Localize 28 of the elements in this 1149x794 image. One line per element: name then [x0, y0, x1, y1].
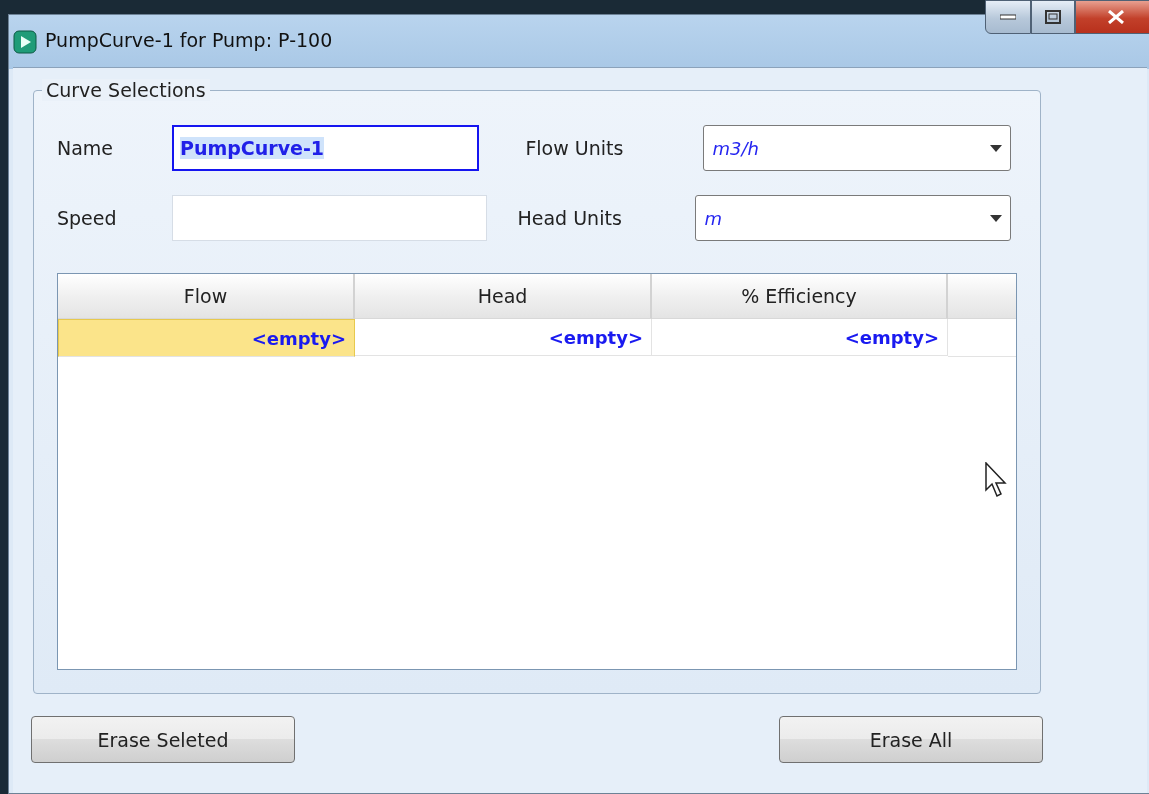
input-field[interactable]: PumpCurve-1 [172, 125, 480, 171]
erase-button[interactable]: Erase Seleted [31, 716, 295, 763]
column-header[interactable]: Head [355, 274, 652, 319]
table-cell[interactable]: <empty> [355, 319, 652, 356]
caret-icon [990, 144, 1002, 152]
window-title: PumpCurve-1 for Pump: P-100 [45, 29, 333, 51]
column-header[interactable]: % Efficiency [652, 274, 948, 319]
field-label: Name [57, 137, 115, 159]
table-cell[interactable]: <empty> [58, 319, 355, 357]
maximize-button[interactable] [1031, 0, 1075, 34]
table-cell[interactable]: <empty> [652, 319, 948, 356]
erase-button[interactable]: Erase All [779, 716, 1043, 763]
close-button[interactable] [1075, 0, 1149, 34]
cursor-icon [985, 462, 1009, 498]
dropdown-label: Flow Units [525, 137, 625, 159]
dropdown[interactable]: m [695, 195, 1011, 241]
field-label: Speed [57, 207, 118, 229]
close-icon [1107, 10, 1125, 24]
minimize-icon [1000, 14, 1016, 20]
group-title: Curve Selections [42, 79, 210, 101]
dropdown[interactable]: m3/h [703, 125, 1011, 171]
input-field[interactable] [172, 195, 488, 241]
column-header[interactable]: Flow [58, 274, 355, 319]
restore-icon [1045, 10, 1061, 24]
dropdown-label: Head Units [517, 207, 623, 229]
caret-icon [990, 214, 1002, 222]
app-icon [13, 30, 37, 54]
minimize-button[interactable] [985, 0, 1031, 34]
